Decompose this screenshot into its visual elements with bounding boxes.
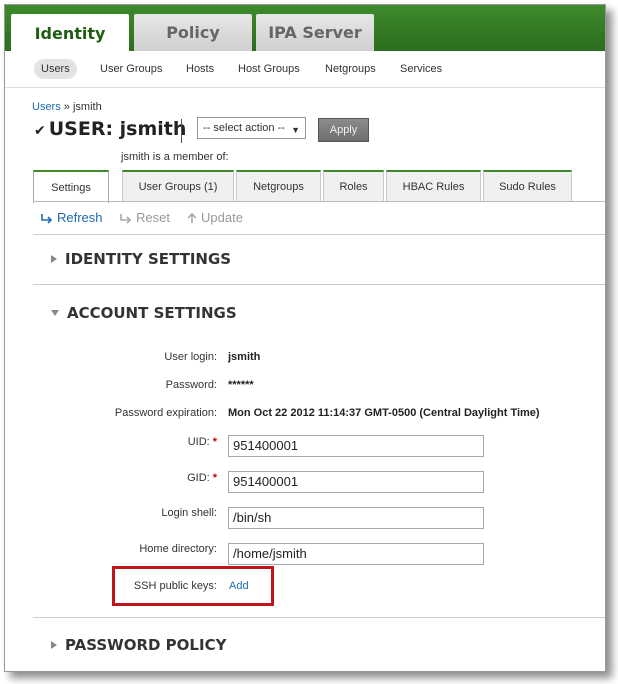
facet-divider xyxy=(33,201,605,202)
page-title: ✔ USER: jsmith xyxy=(34,118,186,140)
gid-input[interactable]: 951400001 xyxy=(228,471,484,493)
highlight-box xyxy=(112,566,274,606)
check-icon: ✔ xyxy=(34,123,46,139)
facet-hbac-rules[interactable]: HBAC Rules xyxy=(386,170,481,202)
password-expiration-value: Mon Oct 22 2012 11:14:37 GMT-0500 (Centr… xyxy=(228,407,540,419)
section-divider xyxy=(33,617,605,618)
section-identity-title: IDENTITY SETTINGS xyxy=(65,250,232,268)
gid-label: GID: * xyxy=(187,472,217,484)
section-divider xyxy=(33,234,605,235)
uid-input[interactable]: 951400001 xyxy=(228,435,484,457)
subnav-pointer xyxy=(50,80,64,87)
section-identity-settings[interactable]: IDENTITY SETTINGS xyxy=(51,250,231,268)
sub-nav: Users User Groups Hosts Host Groups Netg… xyxy=(5,51,605,88)
breadcrumb-users-link[interactable]: Users xyxy=(32,101,61,113)
reset-icon xyxy=(120,213,132,224)
subnav-hosts[interactable]: Hosts xyxy=(179,59,221,79)
breadcrumb-current: jsmith xyxy=(72,101,102,113)
facet-user-groups[interactable]: User Groups (1) xyxy=(122,170,234,202)
tab-policy[interactable]: Policy xyxy=(134,14,252,51)
subnav-user-groups[interactable]: User Groups xyxy=(93,59,169,79)
action-select[interactable]: -- select action -- ▼ xyxy=(197,117,306,139)
facet-roles[interactable]: Roles xyxy=(323,170,384,202)
collapse-triangle-icon xyxy=(51,310,59,316)
password-value: ****** xyxy=(228,379,254,391)
facet-settings[interactable]: Settings xyxy=(33,170,109,203)
required-marker: * xyxy=(212,436,217,448)
section-account-title: ACCOUNT SETTINGS xyxy=(67,304,237,322)
section-password-policy-title: PASSWORD POLICY xyxy=(65,636,227,654)
chevron-down-icon: ▼ xyxy=(291,125,300,135)
page-title-text: USER: jsmith xyxy=(48,118,187,140)
gid-label-text: GID: xyxy=(187,472,210,484)
password-expiration-label: Password expiration: xyxy=(114,407,217,419)
uid-label: UID: * xyxy=(188,436,217,448)
section-account-settings[interactable]: ACCOUNT SETTINGS xyxy=(51,304,237,322)
password-label: Password: xyxy=(165,379,217,391)
subnav-host-groups[interactable]: Host Groups xyxy=(231,59,307,79)
login-shell-input[interactable]: /bin/sh xyxy=(228,507,484,529)
update-icon xyxy=(187,212,197,223)
expand-triangle-icon xyxy=(51,255,57,263)
apply-button[interactable]: Apply xyxy=(318,118,369,142)
refresh-label: Refresh xyxy=(57,210,103,225)
action-select-value: -- select action -- xyxy=(203,122,285,134)
home-directory-label: Home directory: xyxy=(139,543,217,555)
update-button[interactable]: Update xyxy=(186,210,243,225)
user-login-label: User login: xyxy=(164,351,217,363)
title-divider xyxy=(181,119,182,143)
subnav-users[interactable]: Users xyxy=(34,59,77,79)
required-marker: * xyxy=(212,472,217,484)
section-password-policy[interactable]: PASSWORD POLICY xyxy=(51,636,226,654)
refresh-button[interactable]: Refresh xyxy=(40,210,103,225)
top-nav: Identity Policy IPA Server xyxy=(5,5,605,52)
subnav-services[interactable]: Services xyxy=(393,59,449,79)
uid-label-text: UID: xyxy=(187,436,210,448)
facet-netgroups[interactable]: Netgroups xyxy=(236,170,321,202)
home-directory-input[interactable]: /home/jsmith xyxy=(228,543,484,565)
breadcrumb: Users » jsmith xyxy=(32,101,102,113)
update-label: Update xyxy=(201,210,243,225)
refresh-icon xyxy=(41,213,53,224)
tab-identity[interactable]: Identity xyxy=(11,14,129,52)
member-of-label: jsmith is a member of: xyxy=(121,151,229,163)
breadcrumb-separator: » xyxy=(63,101,70,113)
app-window: Identity Policy IPA Server Users User Gr… xyxy=(4,4,606,672)
user-login-value: jsmith xyxy=(228,351,261,363)
reset-button[interactable]: Reset xyxy=(119,210,170,225)
login-shell-label: Login shell: xyxy=(161,507,217,519)
facet-sudo-rules[interactable]: Sudo Rules xyxy=(483,170,572,202)
subnav-netgroups[interactable]: Netgroups xyxy=(318,59,383,79)
reset-label: Reset xyxy=(136,210,170,225)
tab-ipa-server[interactable]: IPA Server xyxy=(256,14,374,51)
expand-triangle-icon xyxy=(51,641,57,649)
section-divider xyxy=(33,284,605,285)
